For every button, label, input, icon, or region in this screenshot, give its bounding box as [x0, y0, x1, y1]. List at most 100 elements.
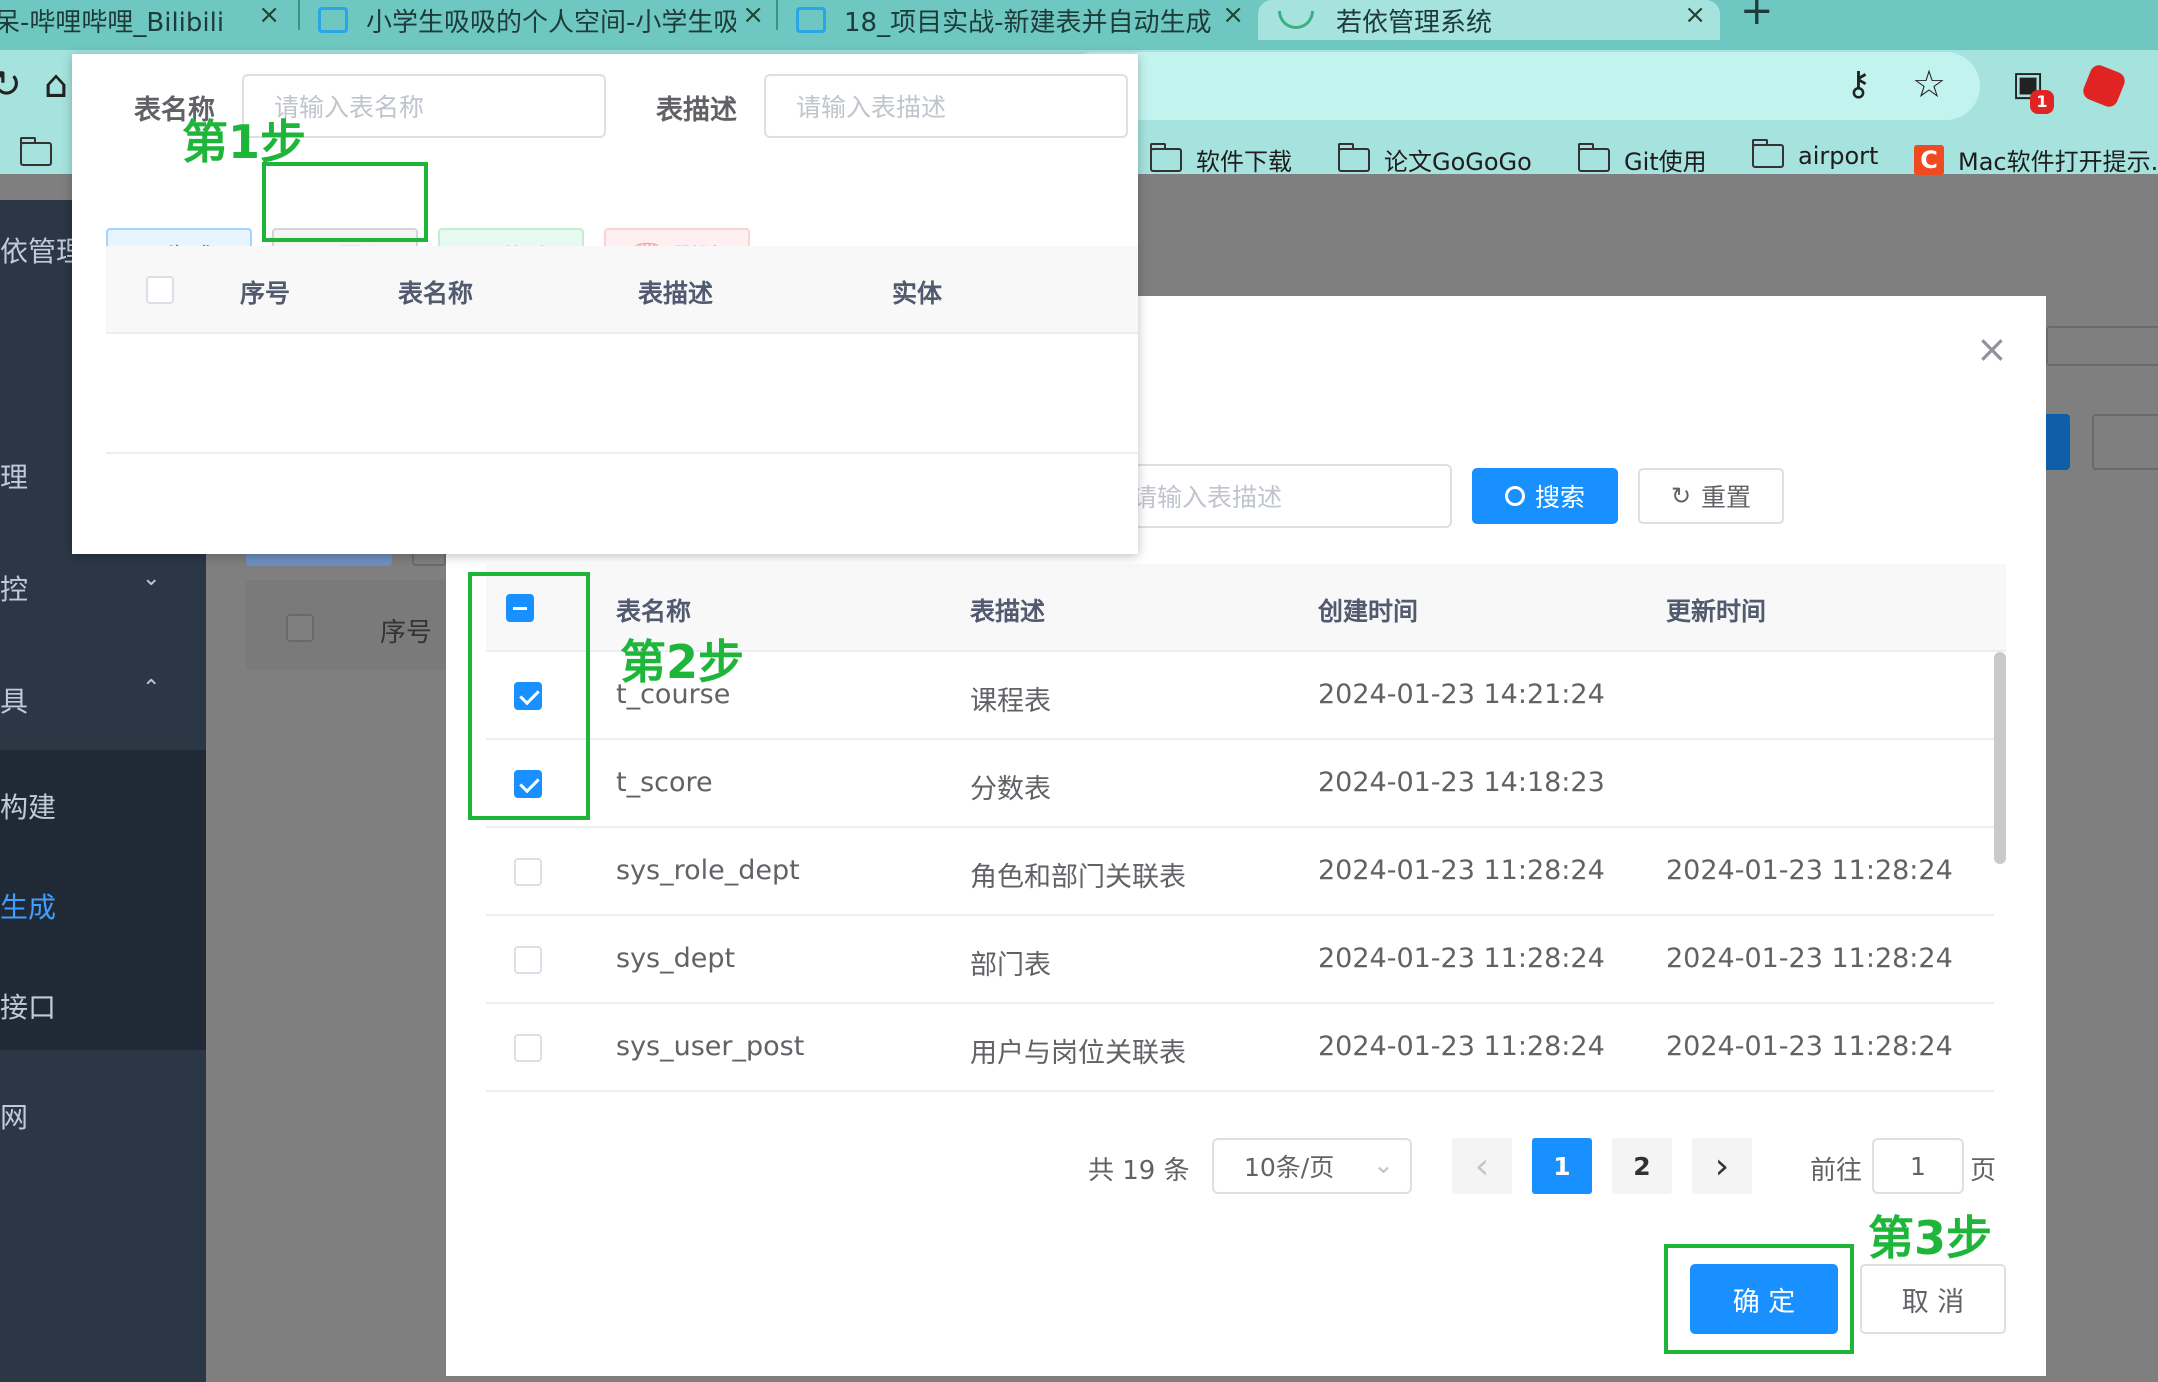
browser-tab-active[interactable]: 若依管理系统 × [1258, 0, 1720, 40]
table-desc-label: 表描述 [656, 95, 737, 126]
bookmark-label: Mac软件打开提示... [1958, 148, 2158, 176]
search-icon [1504, 486, 1525, 506]
cell-table-desc: 课程表 [970, 686, 1051, 717]
sidebar-item-monitor[interactable]: 控 [0, 568, 28, 608]
bookmark-label: 软件下载 [1196, 148, 1292, 176]
browser-tab[interactable]: 18_项目实战-新建表并自动生成 × [796, 0, 1258, 40]
next-page-button[interactable]: › [1692, 1138, 1752, 1194]
new-tab-button[interactable]: + [1740, 0, 1774, 34]
cell-table-desc: 用户与岗位关联表 [970, 1038, 1186, 1069]
row-checkbox[interactable] [514, 946, 542, 974]
cell-table-name: t_score [616, 767, 713, 798]
close-icon[interactable]: × [1976, 330, 2008, 368]
chevron-left-icon: ‹ [1474, 1145, 1490, 1187]
bg-checkbox [286, 614, 314, 642]
cell-table-name: sys_role_dept [616, 855, 800, 886]
column-header-created: 创建时间 [1318, 597, 1419, 626]
select-all-checkbox[interactable] [146, 276, 174, 304]
chevron-right-icon: › [1714, 1145, 1730, 1187]
cell-updated-time: 2024-01-23 11:28:24 [1666, 943, 1953, 974]
reload-icon[interactable]: ↻ [0, 62, 22, 106]
key-icon[interactable]: ⚷ [1846, 64, 1871, 104]
table-scrollbar[interactable] [1994, 652, 2006, 864]
page-button-2[interactable]: 2 [1612, 1138, 1672, 1194]
folder-icon [1150, 142, 1182, 172]
row-checkbox[interactable] [514, 1034, 542, 1062]
close-icon[interactable]: × [742, 0, 764, 30]
page-size-value: 10条/页 [1244, 1153, 1335, 1182]
bookmark-folder[interactable]: 论文GoGoGo [1338, 142, 1532, 177]
column-header-name: 表名称 [616, 597, 692, 626]
search-button[interactable]: 搜索 [1472, 468, 1618, 524]
c-icon: C [1914, 144, 1944, 175]
step2-highlight [468, 572, 590, 820]
leaf-icon [1278, 11, 1314, 29]
pagination-total: 共 19 条 [1088, 1156, 1190, 1186]
goto-label: 前往 [1810, 1156, 1863, 1186]
home-icon[interactable]: ⌂ [44, 62, 68, 106]
address-bar[interactable] [1060, 52, 1980, 120]
table-row[interactable]: sys_dept 部门表 2024-01-23 11:28:24 2024-01… [486, 916, 1994, 1004]
reset-button-label: 重置 [1701, 483, 1752, 512]
sidebar-item-api[interactable]: 接口 [0, 986, 56, 1026]
table-desc-input[interactable]: 请输入表描述 [764, 74, 1128, 138]
cell-table-desc: 部门表 [970, 950, 1051, 981]
cell-created-time: 2024-01-23 11:28:24 [1318, 943, 1605, 974]
folder-icon [20, 137, 52, 166]
cell-table-name: sys_dept [616, 943, 736, 974]
cancel-button[interactable]: 取 消 [1860, 1264, 2006, 1334]
bg-column-index: 序号 [380, 618, 433, 648]
cancel-button-label: 取 消 [1901, 1286, 1965, 1318]
close-icon[interactable]: × [1222, 0, 1244, 30]
sidebar-item-system[interactable]: 理 [0, 456, 28, 496]
prev-page-button[interactable]: ‹ [1452, 1138, 1512, 1194]
bookmark-folder[interactable]: airport [1752, 139, 1878, 170]
folder-icon [1578, 142, 1610, 172]
cell-created-time: 2024-01-23 14:21:24 [1318, 679, 1605, 710]
bookmark-link[interactable]: C Mac软件打开提示... [1914, 142, 2158, 177]
tab-title: 若依管理系统 [1336, 7, 1493, 38]
sidebar-item-tools[interactable]: 具 [0, 680, 28, 720]
folder-icon [1752, 139, 1784, 168]
browser-tab[interactable]: 小学生吸吸的个人空间-小学生吸 × [318, 0, 778, 40]
sidebar-item-web[interactable]: 网 [0, 1096, 28, 1136]
bookmark-folder[interactable]: Git使用 [1578, 142, 1707, 177]
bg-refresh-button [2092, 414, 2158, 470]
cell-table-desc: 角色和部门关联表 [970, 862, 1186, 893]
close-icon[interactable]: × [1684, 0, 1706, 30]
sidebar-item-build[interactable]: 构建 [0, 786, 56, 826]
column-header-desc: 表描述 [970, 597, 1046, 626]
close-icon[interactable]: × [258, 0, 280, 30]
page-button-1[interactable]: 1 [1532, 1138, 1592, 1194]
popup-table-header: 序号 表名称 表描述 实体 [106, 246, 1138, 334]
step3-highlight [1664, 1244, 1854, 1354]
cell-table-name: sys_user_post [616, 1031, 805, 1062]
browser-tab-bar: 呆-哔哩哔哩_Bilibili × 小学生吸吸的个人空间-小学生吸 × 18_项… [0, 0, 2158, 50]
goto-page-value: 1 [1910, 1151, 1926, 1181]
cell-updated-time: 2024-01-23 11:28:24 [1666, 855, 1953, 886]
star-icon[interactable]: ☆ [1912, 62, 1946, 106]
bookmark-folder[interactable]: 软件下载 [1150, 142, 1292, 177]
step1-label: 第1步 [182, 115, 307, 169]
bookmark-folder[interactable] [20, 137, 52, 166]
goto-suffix: 页 [1970, 1156, 1997, 1186]
goto-page-input[interactable]: 1 [1872, 1138, 1964, 1194]
tab-title: 呆-哔哩哔哩_Bilibili [0, 7, 225, 38]
table-desc-search-input[interactable]: 请输入表描述 [1084, 464, 1452, 528]
chevron-down-icon: ⌄ [1373, 1150, 1394, 1179]
row-checkbox[interactable] [514, 858, 542, 886]
site-icon [318, 7, 348, 33]
page-size-select[interactable]: 10条/页 ⌄ [1212, 1138, 1412, 1194]
table-row[interactable]: t_score 分数表 2024-01-23 14:18:23 [486, 740, 1994, 828]
sidebar-item-codegen[interactable]: 生成 [0, 886, 56, 926]
table-row[interactable]: sys_role_dept 角色和部门关联表 2024-01-23 11:28:… [486, 828, 1994, 916]
step2-label: 第2步 [620, 635, 745, 689]
table-row[interactable]: sys_user_post 用户与岗位关联表 2024-01-23 11:28:… [486, 1004, 1994, 1092]
chevron-down-icon: ⌄ [142, 566, 161, 591]
bg-input [2046, 326, 2158, 366]
browser-tab[interactable]: 呆-哔哩哔哩_Bilibili × [0, 0, 294, 40]
reset-button[interactable]: ↻ 重置 [1638, 468, 1784, 524]
column-header-entity: 实体 [892, 279, 943, 308]
cell-created-time: 2024-01-23 11:28:24 [1318, 1031, 1605, 1062]
site-icon [796, 7, 826, 33]
